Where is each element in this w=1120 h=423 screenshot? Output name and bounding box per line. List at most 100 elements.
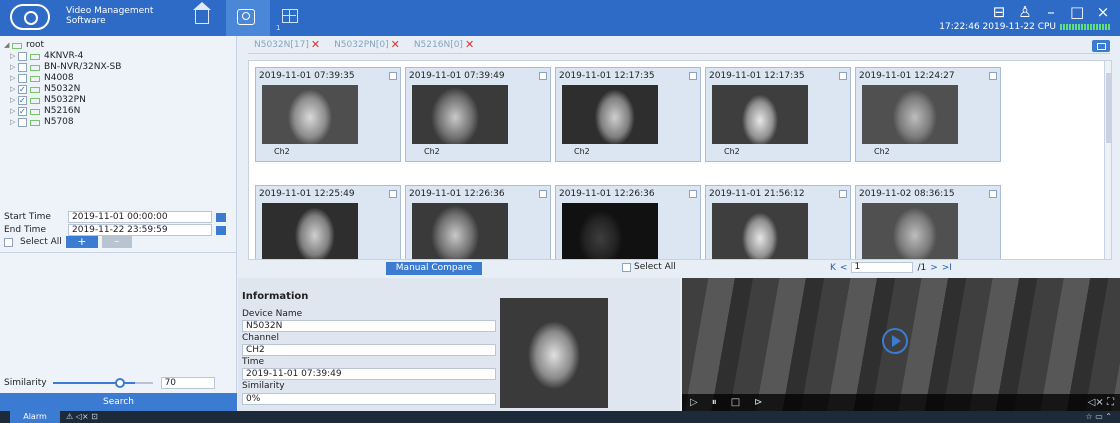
card-checkbox[interactable] (839, 190, 847, 198)
expand-icon[interactable]: ▷ (10, 106, 18, 117)
device-checkbox[interactable] (18, 52, 27, 61)
face-snapshot[interactable] (862, 85, 958, 144)
mute-icon[interactable]: ◁× (76, 412, 89, 421)
expand-icon[interactable]: ▷ (10, 62, 18, 73)
card-checkbox[interactable] (989, 72, 997, 80)
face-snapshot[interactable] (712, 85, 808, 144)
similarity-input[interactable]: 70 (160, 377, 215, 389)
end-time-input[interactable]: 2019-11-22 23:59:59 (68, 224, 212, 236)
face-search-icon[interactable] (237, 9, 255, 25)
face-snapshot[interactable] (862, 203, 958, 259)
remove-button[interactable]: – (101, 236, 132, 248)
result-card[interactable]: 2019-11-01 12:25:49 (255, 185, 401, 259)
camera-tab[interactable]: N5032N[17] ✕ (254, 38, 320, 51)
card-checkbox[interactable] (539, 72, 547, 80)
scroll-thumb[interactable] (1106, 73, 1111, 143)
face-snapshot[interactable] (262, 203, 358, 259)
user-icon[interactable]: ♙ (1018, 3, 1032, 21)
result-card[interactable]: 2019-11-01 12:26:36 (405, 185, 551, 259)
card-checkbox[interactable] (389, 190, 397, 198)
tree-device[interactable]: ▷ 4KNVR-4 (4, 51, 234, 62)
tree-device[interactable]: ▷ N5708 (4, 117, 234, 128)
face-snapshot[interactable] (712, 203, 808, 259)
close-tab-icon[interactable]: ✕ (391, 38, 400, 51)
card-checkbox[interactable] (989, 190, 997, 198)
expand-icon[interactable]: ▷ (10, 84, 18, 95)
alarm-tab[interactable]: Alarm (10, 411, 60, 423)
face-snapshot[interactable] (562, 203, 658, 259)
expand-icon[interactable]: ▷ (10, 73, 18, 84)
grid-view-icon[interactable] (282, 9, 298, 23)
export-icon[interactable] (1092, 40, 1110, 52)
alarm-bell-icon[interactable]: ⚠ (66, 412, 73, 421)
collapse-icon[interactable]: ◢ (4, 40, 12, 51)
play-icon[interactable] (882, 328, 908, 354)
device-checkbox[interactable] (18, 74, 27, 83)
result-card[interactable]: 2019-11-01 07:39:49 Ch2 (405, 67, 551, 162)
expand-icon[interactable]: ▷ (10, 95, 18, 106)
tree-device[interactable]: ▷ N5216N (4, 106, 234, 117)
result-card[interactable]: 2019-11-01 12:26:36 (555, 185, 701, 259)
first-page-button[interactable]: K (830, 263, 836, 273)
pin-icon[interactable]: ☆ (1085, 412, 1092, 421)
manual-compare-button[interactable]: Manual Compare (386, 262, 482, 275)
result-card[interactable]: 2019-11-01 12:24:27 Ch2 (855, 67, 1001, 162)
camera-tab[interactable]: N5032PN[0] ✕ (334, 38, 400, 51)
device-checkbox[interactable] (18, 118, 27, 127)
face-snapshot[interactable] (262, 85, 358, 144)
layout-icon[interactable]: ⊡ (91, 412, 98, 421)
page-input[interactable]: 1 (851, 262, 914, 273)
fullscreen-icon[interactable]: ⛶ (1107, 397, 1114, 408)
card-checkbox[interactable] (389, 72, 397, 80)
calendar-icon[interactable] (216, 225, 226, 235)
device-checkbox[interactable] (18, 106, 27, 117)
maximize-icon[interactable]: □ (1070, 3, 1084, 21)
stop-icon[interactable]: □ (731, 397, 740, 408)
face-snapshot[interactable] (562, 85, 658, 144)
device-checkbox[interactable] (18, 95, 27, 106)
device-checkbox[interactable] (18, 84, 27, 95)
video-player[interactable]: ▷ ⏸ □ ⊳ ◁× ⛶ (682, 278, 1120, 411)
tree-root[interactable]: ◢ root (4, 40, 234, 51)
start-time-input[interactable]: 2019-11-01 00:00:00 (68, 211, 212, 223)
next-page-button[interactable]: > (930, 263, 938, 273)
card-checkbox[interactable] (689, 190, 697, 198)
last-page-button[interactable]: >I (942, 263, 952, 273)
step-icon[interactable]: ⊳ (754, 397, 762, 408)
result-card[interactable]: 2019-11-01 12:17:35 Ch2 (555, 67, 701, 162)
search-button[interactable]: Search (0, 393, 237, 411)
close-icon[interactable]: × (1096, 3, 1110, 21)
card-checkbox[interactable] (839, 72, 847, 80)
select-all-results-checkbox[interactable] (622, 262, 631, 272)
camera-tab[interactable]: N5216N[0] ✕ (414, 38, 474, 51)
face-snapshot[interactable] (412, 85, 508, 144)
add-button[interactable]: + (65, 236, 98, 248)
similarity-slider[interactable] (52, 378, 135, 388)
volume-icon[interactable]: ◁× (1088, 397, 1104, 408)
tree-device[interactable]: ▷ N5032N (4, 84, 234, 95)
tree-device[interactable]: ▷ BN-NVR/32NX-SB (4, 62, 234, 73)
calendar-icon[interactable] (216, 212, 226, 222)
result-card[interactable]: 2019-11-01 12:17:35 Ch2 (705, 67, 851, 162)
play-control-icon[interactable]: ▷ (690, 397, 698, 408)
face-snapshot[interactable] (412, 203, 508, 259)
minimize-icon[interactable]: – (1044, 3, 1058, 21)
result-card[interactable]: 2019-11-02 08:36:15 (855, 185, 1001, 259)
vertical-scrollbar[interactable] (1104, 61, 1111, 259)
tree-device[interactable]: ▷ N4008 (4, 73, 234, 84)
card-checkbox[interactable] (539, 190, 547, 198)
select-all-checkbox[interactable] (4, 237, 13, 247)
result-card[interactable]: 2019-11-01 21:56:12 (705, 185, 851, 259)
tree-device[interactable]: ▷ N5032PN (4, 95, 234, 106)
screen-icon[interactable]: ⊟ (992, 3, 1006, 21)
expand-icon[interactable]: ▷ (10, 51, 18, 62)
home-icon[interactable] (193, 2, 211, 24)
slider-handle[interactable] (114, 378, 125, 388)
collapse-up-icon[interactable]: ⌃ (1105, 412, 1112, 421)
close-tab-icon[interactable]: ✕ (465, 38, 474, 51)
pause-icon[interactable]: ⏸ (712, 397, 717, 408)
restore-icon[interactable]: ▭ (1095, 412, 1103, 421)
prev-page-button[interactable]: < (840, 263, 848, 273)
close-tab-icon[interactable]: ✕ (311, 38, 320, 51)
result-card[interactable]: 2019-11-01 07:39:35 Ch2 (255, 67, 401, 162)
